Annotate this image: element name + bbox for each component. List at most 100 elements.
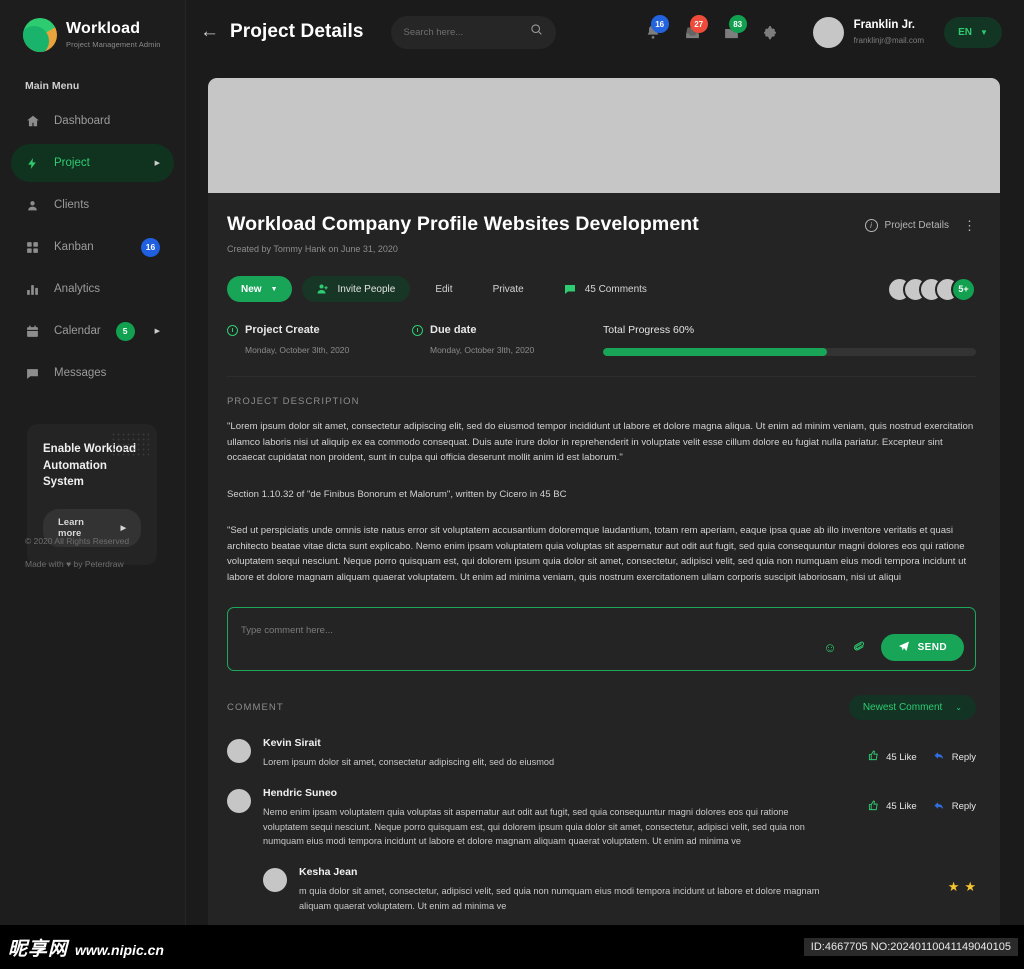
comment-compose-box[interactable]: ☺ SEND [227,607,976,672]
comment-text: Nemo enim ipsam voluptatem quia voluptas… [263,806,805,847]
comments-count-button[interactable]: 45 Comments [549,276,662,302]
watermark-site-url: www.nipic.cn [75,941,164,958]
avatar[interactable] [812,16,844,48]
mail-icon[interactable]: 27 [673,13,712,51]
comments-header: COMMENT Newest Comment ⌄ [227,695,976,721]
edit-button[interactable]: Edit [420,276,467,302]
reply-arrow-icon [933,800,945,814]
avatar[interactable] [263,868,287,893]
send-plane-icon [898,640,910,655]
thumbs-up-icon [868,800,879,814]
comment-rating[interactable]: ★ ★ [948,866,976,895]
search-icon[interactable] [530,23,543,41]
sidebar-item-dashboard[interactable]: Dashboard [11,102,174,140]
chevron-right-icon: ▶ [154,328,160,335]
project-description-paragraph: Section 1.10.32 of "de Finibus Bonorum e… [227,488,567,500]
avatar[interactable] [227,739,251,764]
project-details-label: Project Details [884,220,949,231]
clock-icon [227,324,238,336]
add-user-icon [317,283,329,295]
folder-badge: 83 [728,15,747,33]
user-meta[interactable]: Franklin Jr. franklinjr@mail.com [854,19,924,44]
privacy-label: Private [492,283,524,295]
send-comment-button[interactable]: SEND [880,634,964,662]
mail-badge: 27 [689,15,708,33]
calendar-icon [25,325,40,338]
search-input[interactable] [403,26,522,38]
project-description-paragraph: "Lorem ipsum dolor sit amet, consectetur… [227,421,974,464]
reply-arrow-icon [933,750,945,764]
user-icon [25,199,40,212]
project-created-by: Created by Tommy Hank on June 31, 2020 [227,244,398,254]
emoji-icon[interactable]: ☺ [823,640,836,655]
back-arrow-icon[interactable]: ← [200,21,230,43]
search-box[interactable] [390,15,556,49]
due-date-block: Due date Monday, October 3lth, 2020 [412,324,597,355]
sidebar: Workload Project Management Admin Main M… [0,0,186,969]
sidebar-item-analytics[interactable]: Analytics [11,270,174,308]
project-header-actions: i Project Details ⋮ [864,213,976,232]
sidebar-item-clients[interactable]: Clients [11,186,174,224]
info-icon: i [864,219,878,232]
reply-button[interactable]: Reply [933,800,976,814]
project-card-body: Workload Company Profile Websites Develo… [208,193,1000,969]
privacy-button[interactable]: Private [478,276,539,302]
bar-chart-icon [25,283,40,296]
comment-text: m quia dolor sit amet, consectetur, adip… [299,886,820,911]
sidebar-item-label: Clients [54,199,90,211]
grid-icon [25,241,40,254]
status-dropdown[interactable]: New ▼ [227,276,292,302]
folder-icon[interactable]: 83 [712,13,751,51]
paperclip-icon[interactable] [851,638,867,658]
reply-button[interactable]: Reply [933,750,976,764]
sidebar-badge-kanban: 16 [141,237,160,257]
progress-block: Total Progress 60% [597,324,976,356]
project-hero-image [208,78,1000,193]
project-meta-row: Project Create Monday, October 3lth, 202… [227,324,976,377]
project-create-date: Monday, October 3lth, 2020 [245,345,350,355]
gear-icon[interactable] [751,13,790,51]
project-create-block: Project Create Monday, October 3lth, 202… [227,324,412,355]
star-icon: ★ [964,879,976,895]
comment-author: Kevin Sirait [263,737,321,750]
avatar[interactable] [227,788,251,813]
sidebar-item-project[interactable]: Project ▶ [11,144,174,182]
chevron-down-icon: ▼ [270,285,278,293]
project-card: Workload Company Profile Websites Develo… [208,78,1000,969]
more-options-icon[interactable]: ⋮ [963,219,976,232]
comment-author: Hendric Suneo [263,786,338,799]
bell-icon[interactable]: 16 [634,13,673,51]
sidebar-nav: Dashboard Project ▶ Clients Kanban 16 An… [0,102,185,392]
progress-bar-fill [603,348,827,356]
language-selector[interactable]: EN ▼ [944,16,1002,48]
clock-icon [412,324,423,336]
user-email: franklinjr@mail.com [853,35,924,45]
project-description-paragraph: "Sed ut perspiciatis unde omnis iste nat… [227,525,967,583]
main-menu-label: Main Menu [25,80,80,92]
brand[interactable]: Workload Project Management Admin [0,0,185,52]
like-count: 45 Like [886,801,917,813]
edit-label: Edit [435,283,453,295]
progress-label: Total Progress 60% [603,324,695,336]
project-details-link[interactable]: i Project Details [864,219,949,232]
pie-logo-icon [23,18,57,52]
comment-bubble-icon [564,283,576,295]
sidebar-item-label: Messages [54,367,107,379]
sidebar-item-calendar[interactable]: Calendar 5 ▶ [11,312,174,350]
comment-author: Kesha Jean [299,866,358,879]
like-button[interactable]: 45 Like [868,750,917,764]
sidebar-badge-calendar: 5 [115,321,135,341]
reply-label: Reply [951,801,976,813]
watermark-bar: 昵享网 www.nipic.cn ID:4667705 NO:202401100… [0,925,1024,969]
sidebar-item-messages[interactable]: Messages [11,354,174,392]
credit-text: Made with ♥ by Peterdraw [25,559,124,569]
due-date-label: Due date [430,324,477,336]
member-avatar-stack[interactable]: 5+ [887,276,976,302]
sidebar-item-kanban[interactable]: Kanban 16 [11,228,174,266]
comment-compose-actions: ☺ SEND [823,634,964,662]
like-button[interactable]: 45 Like [868,800,917,814]
invite-people-button[interactable]: Invite People [301,276,411,302]
topbar: ← Project Details 16 27 8 [186,0,1024,64]
comment-actions: 45 Like Reply [868,737,976,764]
comment-sort-dropdown[interactable]: Newest Comment ⌄ [848,695,976,721]
